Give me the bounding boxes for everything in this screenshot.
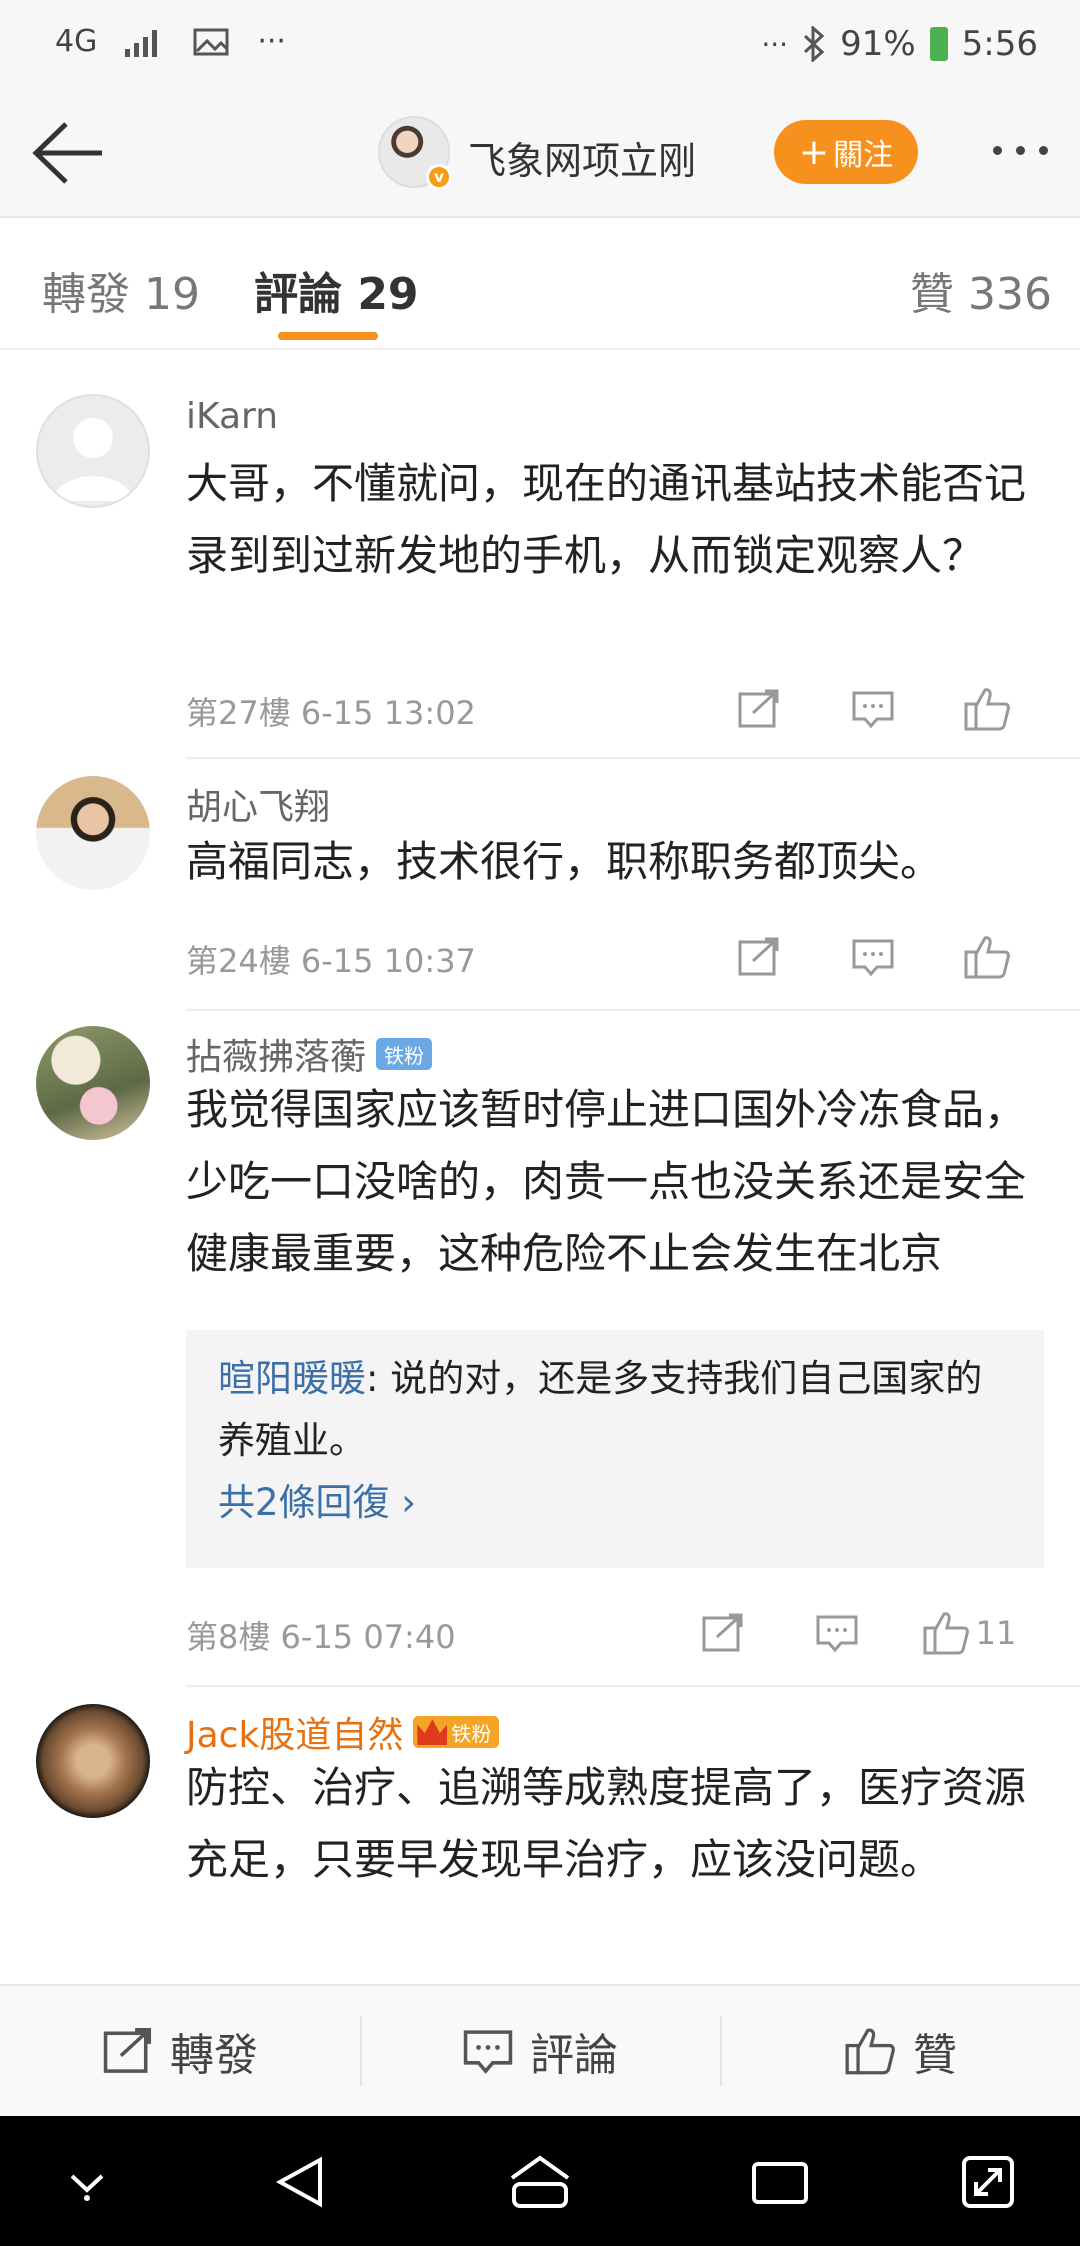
- comment-author[interactable]: Jack股道自然 铁粉: [186, 1706, 500, 1758]
- comment-icon: [852, 939, 894, 977]
- tab-comments[interactable]: 評論 29: [254, 258, 419, 322]
- comment-text: 我觉得国家应该暂时停止进口国外冷冻食品，少吃一口没啥的，肉贵一点也没关系还是安全…: [186, 1085, 1027, 1278]
- divider: [186, 757, 1080, 759]
- share-icon: [738, 689, 779, 728]
- thumbs-up-icon: [923, 1612, 969, 1655]
- plus-icon: +: [798, 131, 830, 173]
- verified-icon: v: [426, 164, 452, 190]
- active-tab-indicator: [278, 332, 378, 340]
- tab-repost[interactable]: 轉發 19: [42, 258, 200, 322]
- reply-comment-button[interactable]: [816, 930, 930, 984]
- like-label: 贊: [913, 2030, 957, 2081]
- comment-label: 評論: [530, 2030, 618, 2081]
- repost-button[interactable]: 轉發: [0, 1986, 360, 2116]
- author-name: Jack股道自然: [186, 1715, 404, 1756]
- header-avatar[interactable]: v: [378, 116, 452, 190]
- comment-text: 高福同志，技术很行，职称职务都顶尖。: [186, 837, 943, 886]
- tab-likes[interactable]: 贊 336: [910, 258, 1052, 322]
- avatar[interactable]: [36, 776, 150, 890]
- nav-recents-icon[interactable]: [750, 2154, 810, 2210]
- crown-icon: [417, 1719, 448, 1745]
- avatar[interactable]: [36, 1704, 150, 1818]
- more-options-icon[interactable]: [993, 146, 1048, 155]
- reply-comment-button[interactable]: [816, 682, 930, 736]
- author-name: 拈薇拂落蘅: [186, 1037, 367, 1078]
- repost-comment-button[interactable]: [702, 930, 816, 984]
- clock: 5:56: [961, 24, 1038, 64]
- reply-author[interactable]: 暄阳暖暖: [218, 1357, 366, 1400]
- bottom-action-bar: 轉發 評論 贊: [0, 1984, 1080, 2116]
- comment-icon: [463, 2030, 513, 2074]
- top-header: v 飞象网项立刚 + 關注: [0, 88, 1080, 218]
- battery-icon: [929, 27, 948, 61]
- nav-expand-icon[interactable]: [960, 2154, 1016, 2210]
- status-more-left: ···: [257, 24, 286, 59]
- share-icon: [702, 1613, 743, 1652]
- like-button[interactable]: 贊: [720, 1986, 1080, 2116]
- follow-label: 關注: [833, 138, 894, 173]
- fan-badge: 铁粉: [413, 1716, 500, 1748]
- reply-preview[interactable]: 暄阳暖暖: 说的对，还是多支持我们自己国家的养殖业。 共2條回復 ›: [186, 1330, 1044, 1568]
- comment-text: 大哥，不懂就问，现在的通讯基站技术能否记录到到过新发地的手机，从而锁定观察人？: [186, 459, 1027, 580]
- like-comment-button[interactable]: [930, 930, 1044, 984]
- thumbs-up-icon: [964, 688, 1010, 731]
- thumbs-up-icon: [845, 2028, 895, 2075]
- back-arrow-icon[interactable]: [28, 118, 108, 188]
- avatar[interactable]: [36, 394, 150, 508]
- divider: [186, 1685, 1080, 1687]
- comment-meta: 第24樓 6-15 10:37: [186, 942, 476, 980]
- like-count: 11: [975, 1614, 1017, 1652]
- status-bar: 4G ··· ··· 91% 5:56: [0, 0, 1080, 88]
- comment-author[interactable]: 胡心飞翔: [186, 778, 330, 830]
- divider: [186, 1009, 1080, 1011]
- system-nav-bar: [0, 2116, 1080, 2246]
- view-replies-link[interactable]: 共2條回復 ›: [218, 1472, 1012, 1534]
- network-indicator: 4G: [55, 24, 98, 59]
- repost-comment-button[interactable]: [702, 682, 816, 736]
- comment-icon: [816, 1615, 858, 1653]
- comment-button[interactable]: 評論: [360, 1986, 720, 2116]
- default-avatar-icon: [53, 418, 133, 501]
- battery-percent: 91%: [840, 24, 916, 64]
- like-comment-button[interactable]: [930, 682, 1044, 736]
- share-icon: [103, 2027, 152, 2073]
- like-comment-button[interactable]: 11: [894, 1606, 1044, 1660]
- comment-author[interactable]: 拈薇拂落蘅 铁粉: [186, 1028, 433, 1080]
- tab-bar: 轉發 19 評論 29 贊 336: [0, 220, 1080, 350]
- gallery-icon: [193, 28, 229, 55]
- comment-text: 防控、治疗、追溯等成熟度提高了，医疗资源充足，只要早发现早治疗，应该没问题。: [186, 1763, 1027, 1884]
- comment-meta: 第8樓 6-15 07:40: [186, 1618, 456, 1656]
- share-icon: [738, 937, 779, 976]
- status-more-right: ···: [761, 27, 789, 61]
- comment-author[interactable]: iKarn: [186, 396, 278, 437]
- repost-comment-button[interactable]: [666, 1606, 780, 1660]
- reply-comment-button[interactable]: [780, 1606, 894, 1660]
- comment-meta: 第27樓 6-15 13:02: [186, 694, 476, 732]
- fan-badge: 铁粉: [376, 1038, 433, 1070]
- comment-icon: [852, 691, 894, 729]
- avatar[interactable]: [36, 1026, 150, 1140]
- bluetooth-icon: [804, 26, 825, 62]
- nav-back-icon[interactable]: [272, 2154, 328, 2210]
- nav-home-icon[interactable]: [508, 2154, 572, 2210]
- header-title[interactable]: 飞象网项立刚: [468, 130, 696, 185]
- repost-label: 轉發: [170, 2030, 258, 2081]
- hide-keyboard-icon[interactable]: [62, 2164, 112, 2204]
- signal-icon: [125, 29, 158, 57]
- follow-button[interactable]: + 關注: [774, 120, 918, 184]
- thumbs-up-icon: [964, 936, 1010, 979]
